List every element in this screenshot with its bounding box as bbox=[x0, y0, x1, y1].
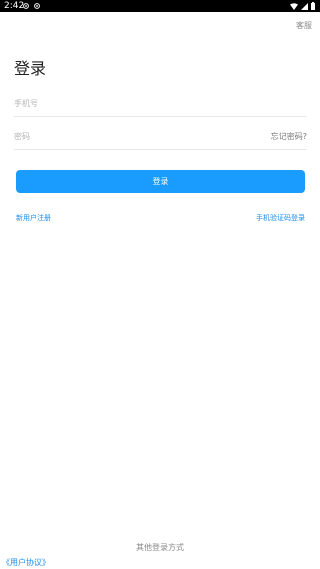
notification-icon bbox=[34, 3, 40, 9]
phone-input[interactable] bbox=[14, 91, 254, 115]
forgot-password-link[interactable]: 忘记密码? bbox=[271, 131, 307, 142]
login-button[interactable]: 登录 bbox=[16, 170, 305, 193]
cell-signal-icon bbox=[301, 2, 308, 10]
password-field-row: 忘记密码? bbox=[14, 124, 307, 150]
other-login-methods[interactable]: 其他登录方式 bbox=[0, 542, 320, 553]
user-agreement-link[interactable]: 《用户协议》 bbox=[2, 557, 50, 568]
page-title: 登录 bbox=[14, 59, 47, 78]
phone-field-row bbox=[14, 91, 307, 117]
notification-icon bbox=[23, 3, 29, 9]
register-link[interactable]: 新用户注册 bbox=[16, 213, 51, 223]
status-time: 2:42 bbox=[4, 1, 25, 11]
status-bar: 2:42 bbox=[0, 0, 320, 12]
customer-service-link[interactable]: 客服 bbox=[296, 20, 312, 31]
sms-login-link[interactable]: 手机验证码登录 bbox=[256, 213, 305, 223]
password-input[interactable] bbox=[14, 124, 254, 148]
wifi-icon bbox=[290, 2, 298, 10]
battery-icon bbox=[311, 2, 315, 10]
status-left-icons bbox=[23, 3, 40, 9]
status-right-icons bbox=[290, 2, 315, 10]
